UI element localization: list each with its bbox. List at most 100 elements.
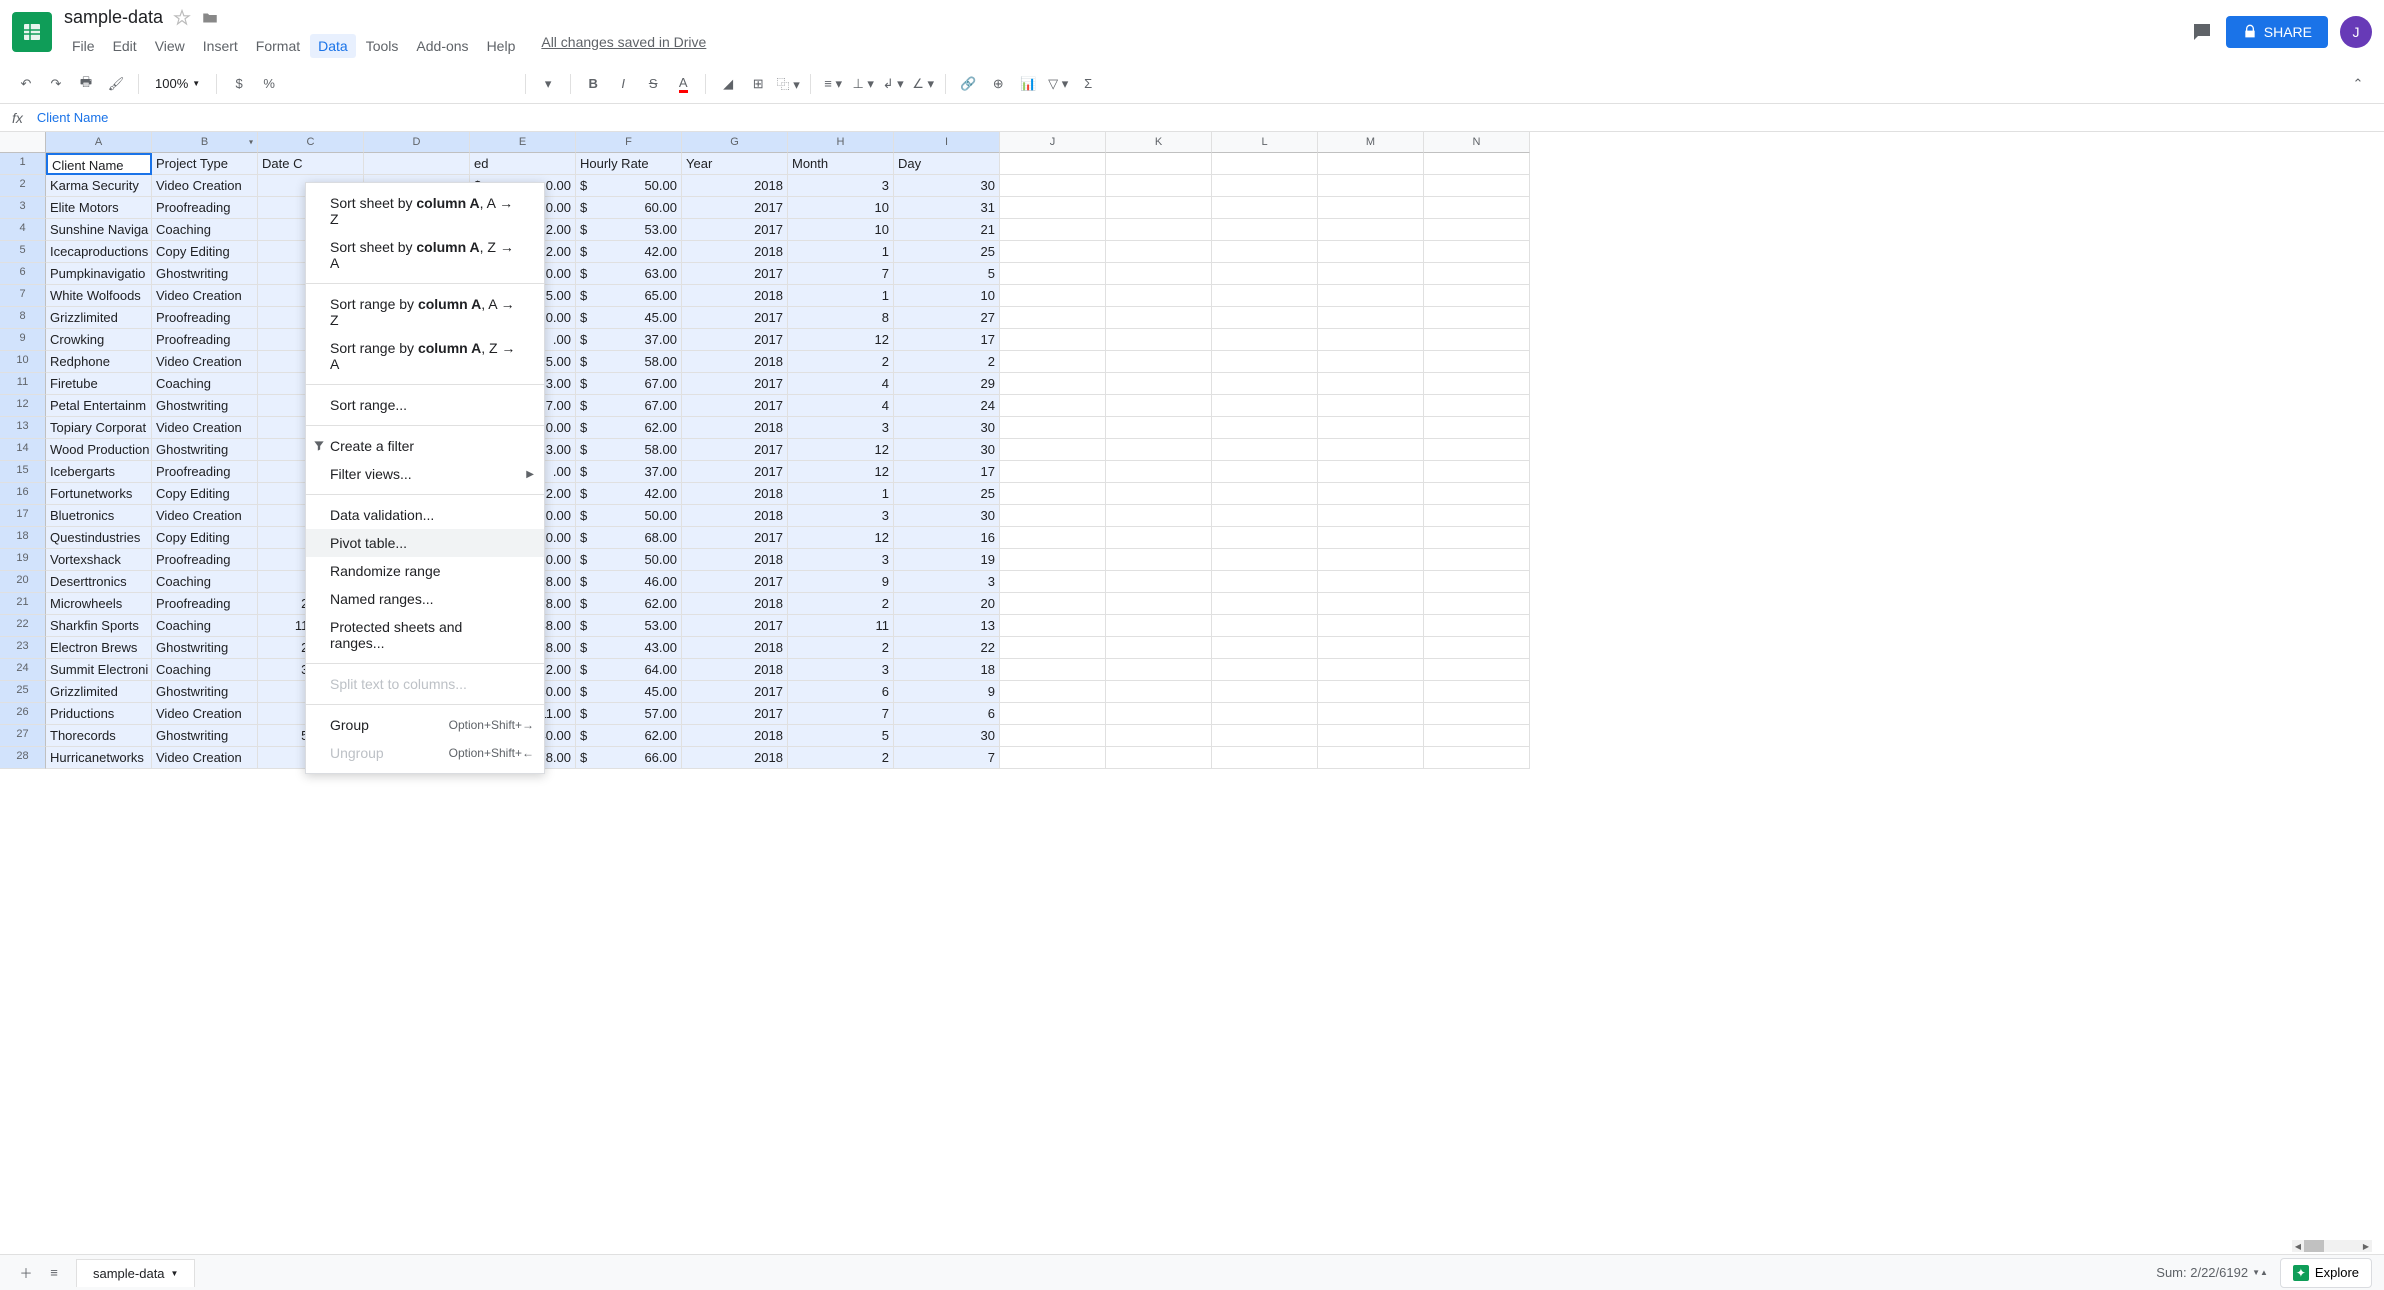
cell-B25[interactable]: Ghostwriting — [152, 681, 258, 703]
avatar[interactable]: J — [2340, 16, 2372, 48]
cell-H17[interactable]: 3 — [788, 505, 894, 527]
cell-B1[interactable]: Project Type — [152, 153, 258, 175]
redo-button[interactable]: ↷ — [42, 70, 70, 98]
cell-G21[interactable]: 2018 — [682, 593, 788, 615]
cell-M7[interactable] — [1318, 285, 1424, 307]
cell-N4[interactable] — [1424, 219, 1530, 241]
cell-K10[interactable] — [1106, 351, 1212, 373]
cell-N3[interactable] — [1424, 197, 1530, 219]
cell-B13[interactable]: Video Creation — [152, 417, 258, 439]
menu-named-ranges[interactable]: Named ranges... — [306, 585, 544, 613]
filter-button[interactable]: ▽ ▾ — [1044, 70, 1072, 98]
col-header-H[interactable]: H — [788, 132, 894, 153]
cell-G13[interactable]: 2018 — [682, 417, 788, 439]
cell-H18[interactable]: 12 — [788, 527, 894, 549]
cell-B21[interactable]: Proofreading — [152, 593, 258, 615]
share-button[interactable]: SHARE — [2226, 16, 2328, 48]
select-all-corner[interactable] — [0, 132, 46, 153]
cell-H22[interactable]: 11 — [788, 615, 894, 637]
cell-A1[interactable]: Client Name — [46, 153, 152, 175]
cell-K3[interactable] — [1106, 197, 1212, 219]
cell-A20[interactable]: Deserttronics — [46, 571, 152, 593]
cell-G22[interactable]: 2017 — [682, 615, 788, 637]
cell-I25[interactable]: 9 — [894, 681, 1000, 703]
row-header-16[interactable]: 16 — [0, 483, 46, 505]
cell-B3[interactable]: Proofreading — [152, 197, 258, 219]
cell-E1[interactable]: ed — [470, 153, 576, 175]
cell-G25[interactable]: 2017 — [682, 681, 788, 703]
cell-K18[interactable] — [1106, 527, 1212, 549]
collapse-toolbar-button[interactable]: ⌃ — [2344, 70, 2372, 98]
cell-L11[interactable] — [1212, 373, 1318, 395]
cell-J16[interactable] — [1000, 483, 1106, 505]
add-sheet-button[interactable]: ＋ — [12, 1259, 40, 1287]
cell-B12[interactable]: Ghostwriting — [152, 395, 258, 417]
cell-F17[interactable]: $50.00 — [576, 505, 682, 527]
cell-J18[interactable] — [1000, 527, 1106, 549]
menu-view[interactable]: View — [147, 34, 193, 58]
cell-J19[interactable] — [1000, 549, 1106, 571]
cell-I18[interactable]: 16 — [894, 527, 1000, 549]
italic-button[interactable]: I — [609, 70, 637, 98]
col-header-K[interactable]: K — [1106, 132, 1212, 153]
cell-H1[interactable]: Month — [788, 153, 894, 175]
cell-L27[interactable] — [1212, 725, 1318, 747]
cell-N18[interactable] — [1424, 527, 1530, 549]
save-status[interactable]: All changes saved in Drive — [541, 34, 706, 58]
cell-F27[interactable]: $62.00 — [576, 725, 682, 747]
cell-F8[interactable]: $45.00 — [576, 307, 682, 329]
cell-K24[interactable] — [1106, 659, 1212, 681]
cell-H15[interactable]: 12 — [788, 461, 894, 483]
cell-B20[interactable]: Coaching — [152, 571, 258, 593]
cell-F11[interactable]: $67.00 — [576, 373, 682, 395]
cell-H16[interactable]: 1 — [788, 483, 894, 505]
cell-M8[interactable] — [1318, 307, 1424, 329]
cell-I28[interactable]: 7 — [894, 747, 1000, 769]
cell-J23[interactable] — [1000, 637, 1106, 659]
cell-A6[interactable]: Pumpkinavigatio — [46, 263, 152, 285]
cell-G23[interactable]: 2018 — [682, 637, 788, 659]
cell-H10[interactable]: 2 — [788, 351, 894, 373]
cell-M15[interactable] — [1318, 461, 1424, 483]
cell-B11[interactable]: Coaching — [152, 373, 258, 395]
cell-B15[interactable]: Proofreading — [152, 461, 258, 483]
cell-I15[interactable]: 17 — [894, 461, 1000, 483]
cell-A27[interactable]: Thorecords — [46, 725, 152, 747]
cell-M14[interactable] — [1318, 439, 1424, 461]
all-sheets-button[interactable]: ≡ — [40, 1259, 68, 1287]
cell-I22[interactable]: 13 — [894, 615, 1000, 637]
menu-data[interactable]: Data — [310, 34, 356, 58]
cell-M19[interactable] — [1318, 549, 1424, 571]
cell-L20[interactable] — [1212, 571, 1318, 593]
cell-G3[interactable]: 2017 — [682, 197, 788, 219]
cell-M27[interactable] — [1318, 725, 1424, 747]
menu-file[interactable]: File — [64, 34, 103, 58]
cell-L18[interactable] — [1212, 527, 1318, 549]
col-header-M[interactable]: M — [1318, 132, 1424, 153]
menu-sort-range-az[interactable]: Sort range by column A, A → Z — [306, 290, 544, 334]
cell-K12[interactable] — [1106, 395, 1212, 417]
cell-K6[interactable] — [1106, 263, 1212, 285]
menu-format[interactable]: Format — [248, 34, 308, 58]
cell-H26[interactable]: 7 — [788, 703, 894, 725]
col-header-L[interactable]: L — [1212, 132, 1318, 153]
cell-N19[interactable] — [1424, 549, 1530, 571]
cell-I20[interactable]: 3 — [894, 571, 1000, 593]
cell-B28[interactable]: Video Creation — [152, 747, 258, 769]
cell-N23[interactable] — [1424, 637, 1530, 659]
cell-N13[interactable] — [1424, 417, 1530, 439]
cell-K8[interactable] — [1106, 307, 1212, 329]
cell-L7[interactable] — [1212, 285, 1318, 307]
menu-sort-sheet-az[interactable]: Sort sheet by column A, A → Z — [306, 189, 544, 233]
borders-button[interactable]: ⊞ — [744, 70, 772, 98]
cell-N24[interactable] — [1424, 659, 1530, 681]
cell-M9[interactable] — [1318, 329, 1424, 351]
cell-K27[interactable] — [1106, 725, 1212, 747]
cell-B27[interactable]: Ghostwriting — [152, 725, 258, 747]
merge-button[interactable]: ⿻ ▾ — [774, 70, 802, 98]
row-header-5[interactable]: 5 — [0, 241, 46, 263]
cell-F24[interactable]: $64.00 — [576, 659, 682, 681]
cell-N14[interactable] — [1424, 439, 1530, 461]
cell-L23[interactable] — [1212, 637, 1318, 659]
cell-H7[interactable]: 1 — [788, 285, 894, 307]
